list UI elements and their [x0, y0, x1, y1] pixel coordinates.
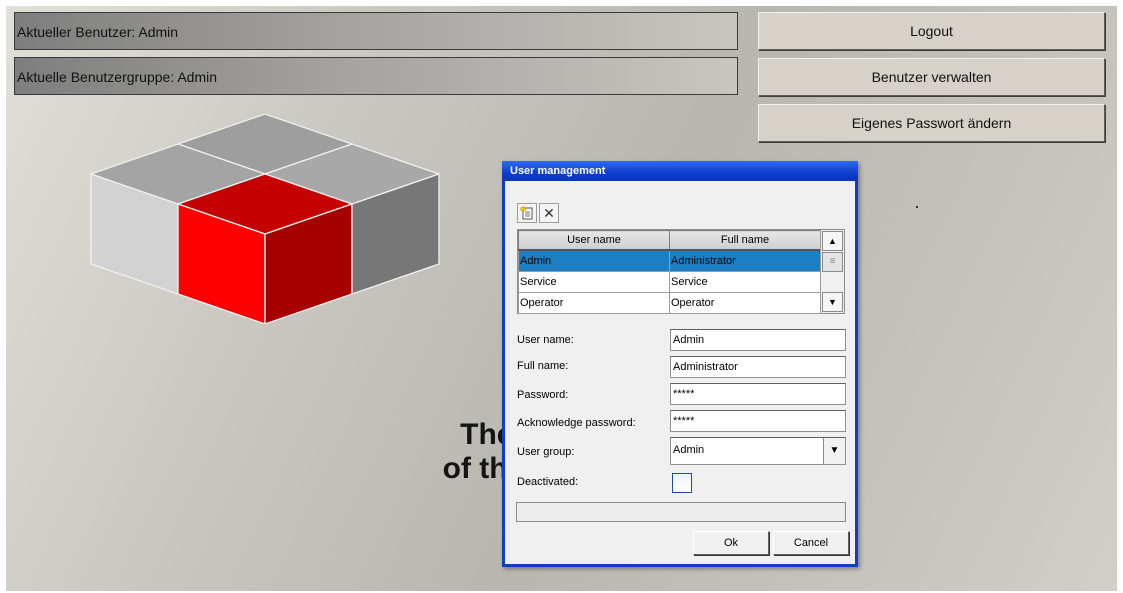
manage-users-button[interactable]: Benutzer verwalten	[758, 58, 1105, 96]
new-user-button[interactable]	[517, 203, 537, 223]
deactivated-checkbox[interactable]	[672, 473, 692, 493]
stray-dot	[916, 206, 918, 208]
table-row[interactable]: Service Service	[518, 271, 821, 293]
scroll-up-button[interactable]: ▲	[822, 231, 843, 251]
table-row[interactable]: Operator Operator	[518, 292, 821, 314]
user-group-label: User group:	[517, 446, 575, 458]
status-bar	[516, 502, 846, 522]
cell-full-name: Administrator	[669, 249, 821, 272]
column-header-full-name[interactable]: Full name	[669, 230, 821, 251]
cancel-button[interactable]: Cancel	[773, 531, 849, 555]
user-name-field[interactable]: Admin	[670, 329, 846, 351]
main-canvas: Aktueller Benutzer: Admin Aktuelle Benut…	[6, 6, 1117, 591]
delete-x-icon: ✕	[543, 204, 555, 221]
isometric-cube-graphic	[90, 114, 440, 324]
current-group-display: Aktuelle Benutzergruppe: Admin	[14, 57, 738, 95]
cell-full-name: Operator	[669, 292, 821, 314]
arrow-down-icon: ▼	[828, 297, 837, 307]
password-label: Password:	[517, 389, 569, 401]
table-scrollbar[interactable]: ▲ ≡ ▼	[820, 230, 844, 313]
user-name-label: User name:	[517, 334, 574, 346]
new-document-icon	[520, 206, 533, 220]
table-row[interactable]: Admin Administrator	[518, 249, 821, 272]
user-management-dialog: User management ✕ User name Full name Ad…	[502, 161, 858, 567]
ok-button[interactable]: Ok	[693, 531, 769, 555]
cell-user-name: Admin	[518, 249, 670, 272]
arrow-up-icon: ▲	[828, 236, 837, 246]
cell-full-name: Service	[669, 271, 821, 293]
user-group-value: Admin	[673, 444, 705, 456]
full-name-label: Full name:	[517, 360, 569, 372]
scroll-down-button[interactable]: ▼	[822, 292, 843, 312]
users-table: User name Full name Admin Administrator …	[517, 229, 845, 314]
ack-password-field[interactable]: *****	[670, 410, 846, 432]
chevron-down-icon[interactable]: ▼	[823, 438, 845, 464]
change-password-button[interactable]: Eigenes Passwort ändern	[758, 104, 1105, 142]
user-group-select[interactable]: Admin ▼	[670, 437, 846, 465]
logout-button[interactable]: Logout	[758, 12, 1105, 50]
delete-user-button[interactable]: ✕	[539, 203, 559, 223]
full-name-field[interactable]: Administrator	[670, 356, 846, 378]
column-header-user-name[interactable]: User name	[518, 230, 670, 251]
dialog-toolbar: ✕	[517, 203, 559, 223]
current-user-display: Aktueller Benutzer: Admin	[14, 12, 738, 50]
cell-user-name: Service	[518, 271, 670, 293]
scroll-thumb[interactable]: ≡	[822, 252, 843, 272]
password-field[interactable]: *****	[670, 383, 846, 405]
deactivated-label: Deactivated:	[517, 476, 579, 488]
ack-password-label: Acknowledge password:	[517, 417, 636, 429]
dialog-title: User management	[502, 161, 858, 181]
cell-user-name: Operator	[518, 292, 670, 314]
